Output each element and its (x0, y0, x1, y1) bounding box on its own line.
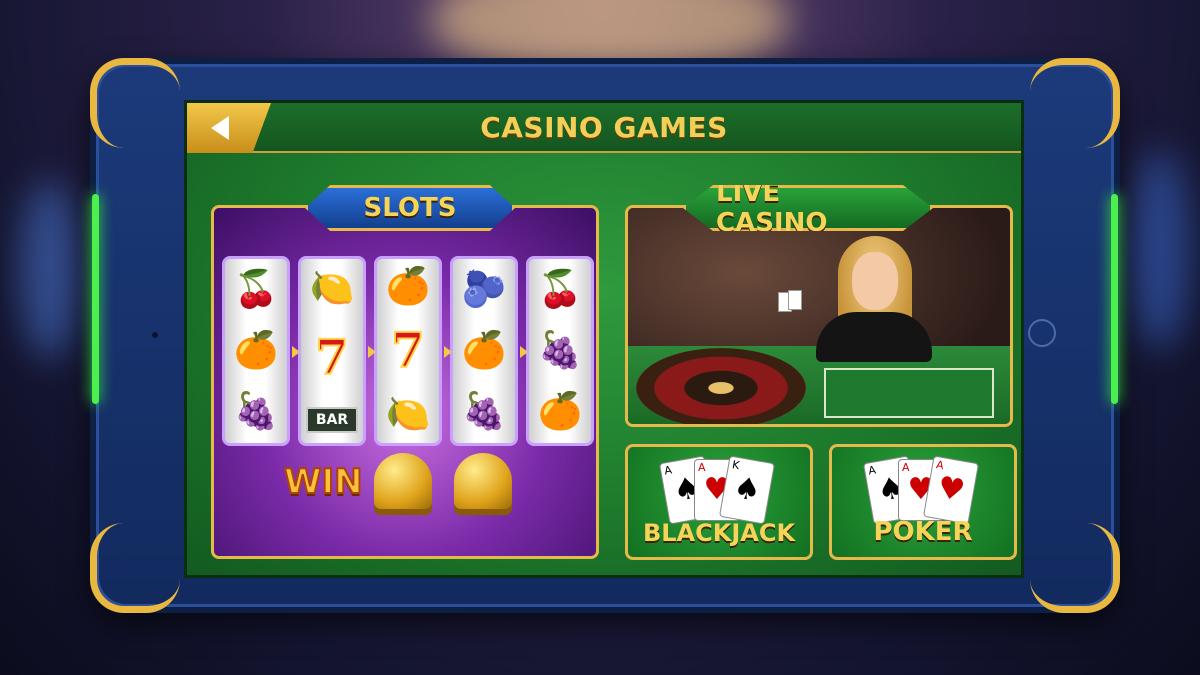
blueberries-icon: 🫐 (461, 268, 507, 310)
slot-reel: 🍋 7 BAR (298, 256, 366, 446)
live-casino-panel[interactable] (625, 205, 1013, 427)
payline-marker-icon (444, 346, 452, 358)
slot-reel: 🍒 🍇 🍊 (526, 256, 594, 446)
poker-tile[interactable]: A ♠ A ♥ A ♥ POKER (829, 444, 1017, 560)
gold-corner (90, 58, 180, 148)
page-title: CASINO GAMES (480, 110, 728, 144)
payline-marker-icon (368, 346, 376, 358)
cards-icon: A ♠ A ♥ A ♥ (862, 455, 980, 525)
gold-corner (1030, 523, 1120, 613)
slot-reel: 🍒 🍊 🍇 (222, 256, 290, 446)
tablet-frame: CASINO GAMES 🍒 🍊 🍇 🍋 7 BAR 🍊 7 🍋 🫐 🍊 🍇 🍒… (90, 58, 1120, 613)
bar-icon: BAR (305, 406, 359, 433)
camera-dot (152, 332, 158, 338)
back-button[interactable] (187, 103, 271, 153)
bell-icon (374, 453, 432, 509)
home-button[interactable] (1028, 319, 1056, 347)
game-screen: CASINO GAMES 🍒 🍊 🍇 🍋 7 BAR 🍊 7 🍋 🫐 🍊 🍇 🍒… (184, 100, 1024, 578)
orange-icon: 🍊 (537, 391, 583, 433)
slots-panel[interactable]: 🍒 🍊 🍇 🍋 7 BAR 🍊 7 🍋 🫐 🍊 🍇 🍒 🍇 🍊 WIN (211, 205, 599, 559)
betting-layout (824, 368, 994, 418)
cherries-icon: 🍒 (233, 268, 279, 310)
orange-icon: 🍊 (461, 329, 507, 371)
lemon-icon: 🍋 (385, 394, 431, 435)
win-text: WIN (283, 461, 364, 503)
blackjack-label: BLACKJACK (642, 519, 796, 547)
plum-icon: 🍇 (233, 391, 279, 433)
slots-badge: SLOTS (305, 185, 515, 231)
live-casino-badge: LIVE CASINO (683, 185, 933, 231)
lemon-icon: 🍋 (309, 268, 355, 310)
slot-reel: 🫐 🍊 🍇 (450, 256, 518, 446)
gold-corner (90, 523, 180, 613)
plum-icon: 🍇 (461, 391, 507, 433)
neon-strip-right (1111, 194, 1118, 404)
roulette-wheel-icon (636, 348, 806, 424)
orange-icon: 🍊 (233, 329, 279, 371)
dealer-dress (816, 312, 932, 362)
card-icon: K ♠ (718, 455, 776, 525)
neon-strip-left (92, 194, 99, 404)
plum-icon: 🍇 (537, 329, 583, 371)
header-bar: CASINO GAMES (187, 103, 1021, 153)
playing-card-icon (788, 290, 802, 310)
bell-icon (454, 453, 512, 509)
cherries-icon: 🍒 (537, 268, 583, 310)
cards-icon: A ♠ A ♥ K ♠ (658, 455, 776, 525)
orange-icon: 🍊 (385, 266, 431, 307)
dealer-face (852, 252, 898, 310)
back-arrow-icon (211, 116, 229, 140)
payline-marker-icon (520, 346, 528, 358)
poker-label: POKER (873, 517, 973, 547)
seven-icon: 7 (314, 329, 349, 387)
payline-marker-icon (292, 346, 300, 358)
seven-icon: 7 (390, 322, 425, 380)
slot-reel: 🍊 7 🍋 (374, 256, 442, 446)
blackjack-tile[interactable]: A ♠ A ♥ K ♠ BLACKJACK (625, 444, 813, 560)
card-icon: A ♥ (922, 455, 980, 525)
gold-corner (1030, 58, 1120, 148)
